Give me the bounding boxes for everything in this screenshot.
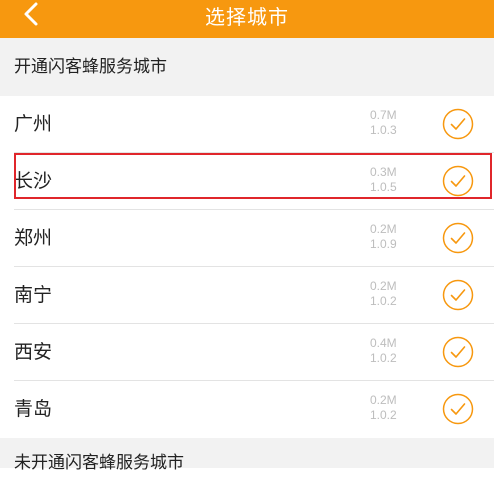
package-version: 1.0.2: [370, 408, 397, 422]
package-size: 0.7M: [370, 108, 397, 122]
package-version: 1.0.2: [370, 294, 397, 308]
nav-bar: 选择城市: [0, 0, 494, 38]
city-meta: 0.2M 1.0.2: [370, 279, 420, 309]
check-circle-icon[interactable]: [442, 165, 474, 197]
city-row[interactable]: 广州 0.7M 1.0.3: [0, 96, 494, 153]
city-name: 青岛: [14, 398, 53, 420]
section-header-unopened: 未开通闪客蜂服务城市: [0, 438, 494, 473]
package-version: 1.0.5: [370, 180, 397, 194]
section-header-open: 开通闪客蜂服务城市: [0, 38, 494, 96]
package-size: 0.2M: [370, 222, 397, 236]
city-name: 广州: [14, 113, 53, 135]
page-title: 选择城市: [205, 5, 289, 29]
city-name: 郑州: [14, 227, 53, 249]
city-row[interactable]: 南宁 0.2M 1.0.2: [0, 267, 494, 324]
package-size: 0.4M: [370, 336, 397, 350]
package-version: 1.0.9: [370, 237, 397, 251]
package-size: 0.3M: [370, 165, 397, 179]
check-circle-icon[interactable]: [442, 108, 474, 140]
city-name: 长沙: [14, 170, 53, 192]
check-circle-icon[interactable]: [442, 336, 474, 368]
package-size: 0.2M: [370, 279, 397, 293]
city-row[interactable]: 长沙 0.3M 1.0.5: [0, 153, 494, 210]
city-row[interactable]: 青岛 0.2M 1.0.2: [0, 381, 494, 438]
city-name: 西安: [14, 341, 53, 363]
package-size: 0.2M: [370, 393, 397, 407]
package-version: 1.0.2: [370, 351, 397, 365]
city-name: 南宁: [14, 284, 53, 306]
city-meta: 0.7M 1.0.3: [370, 108, 420, 138]
city-meta: 0.4M 1.0.2: [370, 336, 420, 366]
city-meta: 0.2M 1.0.9: [370, 222, 420, 252]
check-circle-icon[interactable]: [442, 279, 474, 311]
city-meta: 0.2M 1.0.2: [370, 393, 420, 423]
city-row[interactable]: 郑州 0.2M 1.0.9: [0, 210, 494, 267]
check-circle-icon[interactable]: [442, 393, 474, 425]
city-row[interactable]: 西安 0.4M 1.0.2: [0, 324, 494, 381]
check-circle-icon[interactable]: [442, 222, 474, 254]
package-version: 1.0.3: [370, 123, 397, 137]
city-meta: 0.3M 1.0.5: [370, 165, 420, 195]
